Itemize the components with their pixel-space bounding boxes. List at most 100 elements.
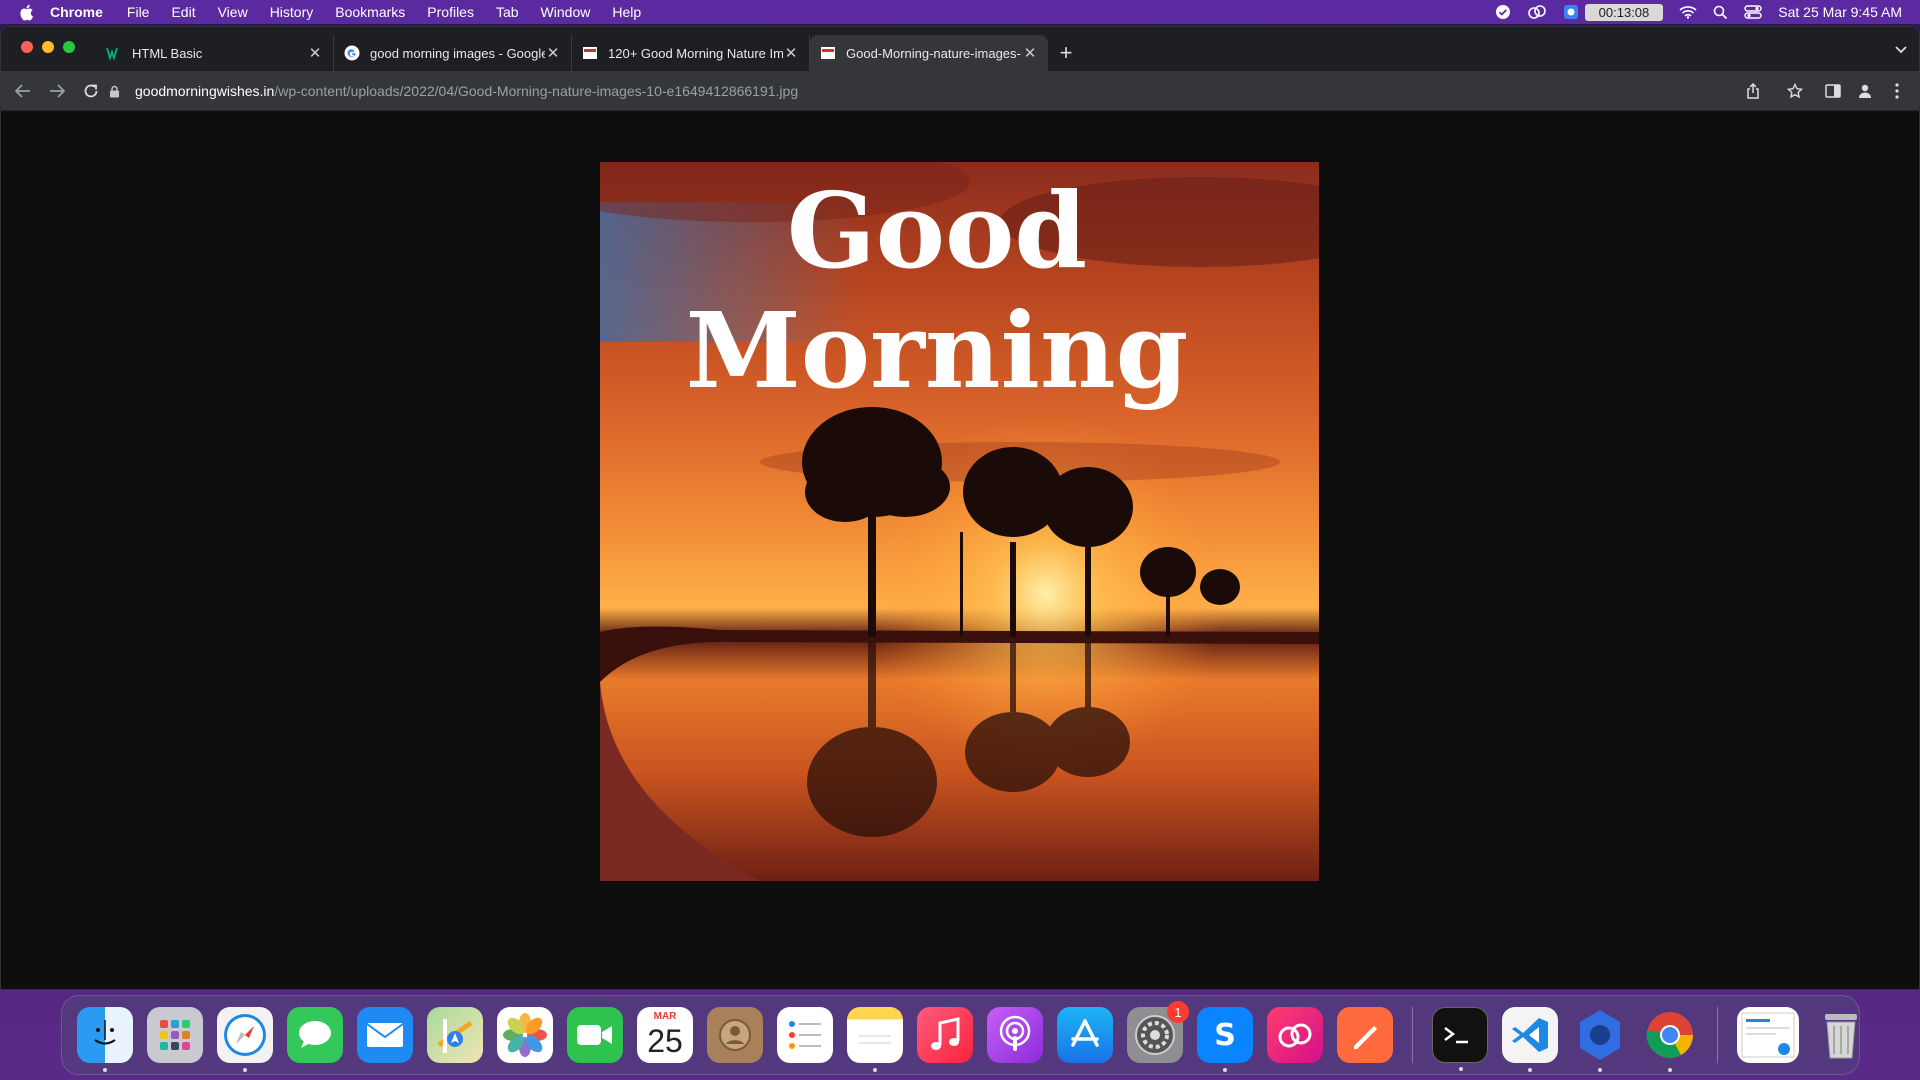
running-indicator	[243, 1068, 247, 1072]
dock-separator	[1412, 1007, 1413, 1063]
sunset-scene: Good Morning	[600, 162, 1319, 881]
close-icon[interactable]: ✕	[545, 44, 561, 62]
photos-icon[interactable]	[497, 1007, 553, 1063]
vscode-icon[interactable]	[1502, 1007, 1558, 1072]
running-indicator	[1598, 1068, 1602, 1072]
google-icon	[344, 45, 360, 61]
menu-file[interactable]: File	[127, 4, 150, 20]
safari-icon[interactable]	[217, 1007, 273, 1072]
running-indicator	[1528, 1068, 1532, 1072]
skype-icon[interactable]: S	[1197, 1007, 1253, 1072]
share-icon[interactable]	[1739, 75, 1767, 107]
menu-help[interactable]: Help	[612, 4, 641, 20]
launchpad-icon[interactable]	[147, 1007, 203, 1063]
pencil-app-icon[interactable]	[1337, 1007, 1393, 1063]
tab-strip: HTML Basic ✕ good morning images - Googl…	[1, 27, 1919, 71]
calendar-month: MAR	[653, 1011, 677, 1022]
dock-separator	[1717, 1007, 1718, 1063]
menu-bookmarks[interactable]: Bookmarks	[335, 4, 405, 20]
menubar-clock[interactable]: Sat 25 Mar 9:45 AM	[1778, 4, 1902, 20]
finder-icon[interactable]	[77, 1007, 133, 1072]
close-window-button[interactable]	[21, 41, 33, 53]
site-icon	[582, 45, 598, 61]
running-indicator	[103, 1068, 107, 1072]
messages-icon[interactable]	[287, 1007, 343, 1063]
tab-title: 120+ Good Morning Nature Ima	[608, 45, 783, 61]
tab-google-search[interactable]: good morning images - Google ✕	[334, 35, 572, 71]
forward-arrow-icon[interactable]	[41, 75, 73, 107]
address-bar[interactable]: goodmorningwishes.in/wp-content/uploads/…	[109, 75, 1764, 107]
system-preferences-icon[interactable]: 1	[1127, 1001, 1189, 1063]
close-icon[interactable]: ✕	[307, 44, 323, 62]
toolbar-actions	[1819, 75, 1911, 107]
menu-edit[interactable]: Edit	[171, 4, 195, 20]
close-icon[interactable]: ✕	[783, 44, 799, 62]
svg-text:S: S	[1214, 1018, 1236, 1053]
profile-icon[interactable]	[1851, 75, 1879, 107]
menu-profiles[interactable]: Profiles	[427, 4, 474, 20]
minimize-window-button[interactable]	[42, 41, 54, 53]
menu-app-name[interactable]: Chrome	[50, 4, 103, 20]
side-panel-icon[interactable]	[1819, 75, 1847, 107]
reminders-icon[interactable]	[777, 1007, 833, 1063]
calendar-day: 25	[647, 1023, 683, 1059]
menu-window[interactable]: Window	[541, 4, 591, 20]
more-menu-icon[interactable]	[1883, 75, 1911, 107]
url-path: /wp-content/uploads/2022/04/Good-Morning…	[274, 83, 799, 99]
w3schools-icon	[106, 45, 122, 61]
music-icon[interactable]	[917, 1007, 973, 1063]
back-arrow-icon[interactable]	[7, 75, 39, 107]
tab-nature-images[interactable]: 120+ Good Morning Nature Ima ✕	[572, 35, 810, 71]
image-text-morning: Morning	[686, 289, 1189, 412]
omnibox-actions	[1739, 75, 1809, 107]
fullscreen-window-button[interactable]	[63, 41, 75, 53]
notification-badge: 1	[1167, 1001, 1189, 1023]
trash-icon[interactable]	[1813, 1007, 1869, 1063]
creative-cloud-icon[interactable]	[1267, 1007, 1323, 1063]
reload-icon[interactable]	[75, 75, 107, 107]
other-app-icon[interactable]	[1572, 1007, 1628, 1072]
notes-icon[interactable]	[847, 1007, 903, 1072]
spotlight-search-icon[interactable]	[1713, 5, 1728, 20]
close-icon[interactable]: ✕	[1022, 44, 1038, 62]
tab-active-image[interactable]: Good-Morning-nature-images- ✕	[810, 35, 1048, 71]
calendar-icon[interactable]: MAR 25	[637, 1007, 693, 1063]
lock-icon[interactable]	[109, 85, 123, 98]
menu-tab[interactable]: Tab	[496, 4, 519, 20]
creative-cloud-tray-icon[interactable]	[1527, 4, 1547, 20]
menu-bar: Chrome File Edit View History Bookmarks …	[0, 0, 1920, 24]
menu-view[interactable]: View	[218, 4, 248, 20]
tab-title: HTML Basic	[132, 45, 203, 61]
terminal-icon[interactable]	[1432, 1007, 1488, 1071]
tab-title: Good-Morning-nature-images-	[846, 45, 1021, 61]
window-controls	[21, 41, 75, 53]
facetime-icon[interactable]	[567, 1007, 623, 1063]
screen-recorder-icon[interactable]: 00:13:08	[1563, 3, 1664, 21]
mail-icon[interactable]	[357, 1007, 413, 1063]
preview-icon[interactable]	[1737, 1007, 1799, 1063]
chrome-icon[interactable]	[1642, 1007, 1698, 1072]
maps-icon[interactable]	[427, 1007, 483, 1063]
chevron-down-icon[interactable]	[1895, 41, 1907, 57]
tab-html-basic[interactable]: HTML Basic ✕	[96, 35, 334, 71]
site-icon	[820, 45, 836, 61]
contacts-icon[interactable]	[707, 1007, 763, 1063]
apple-icon[interactable]	[18, 4, 34, 21]
podcasts-icon[interactable]	[987, 1007, 1043, 1063]
tab-list: HTML Basic ✕ good morning images - Googl…	[96, 35, 1084, 71]
app-store-icon[interactable]	[1057, 1007, 1113, 1063]
running-indicator	[1459, 1067, 1463, 1071]
good-morning-image[interactable]: Good Morning	[600, 162, 1319, 881]
menu-history[interactable]: History	[270, 4, 314, 20]
image-text-good: Good	[787, 169, 1087, 292]
recording-timer: 00:13:08	[1584, 3, 1664, 21]
checkmark-shield-icon[interactable]	[1495, 4, 1511, 20]
control-center-icon[interactable]	[1744, 5, 1762, 19]
browser-toolbar: goodmorningwishes.in/wp-content/uploads/…	[1, 71, 1919, 111]
status-tray: 00:13:08 Sat 25 Mar 9:45 AM	[1479, 0, 1902, 24]
wifi-icon[interactable]	[1679, 5, 1697, 19]
bookmark-star-icon[interactable]	[1781, 75, 1809, 107]
tab-title: good morning images - Google	[370, 45, 545, 61]
new-tab-button[interactable]: +	[1048, 35, 1084, 71]
running-indicator	[1223, 1068, 1227, 1072]
